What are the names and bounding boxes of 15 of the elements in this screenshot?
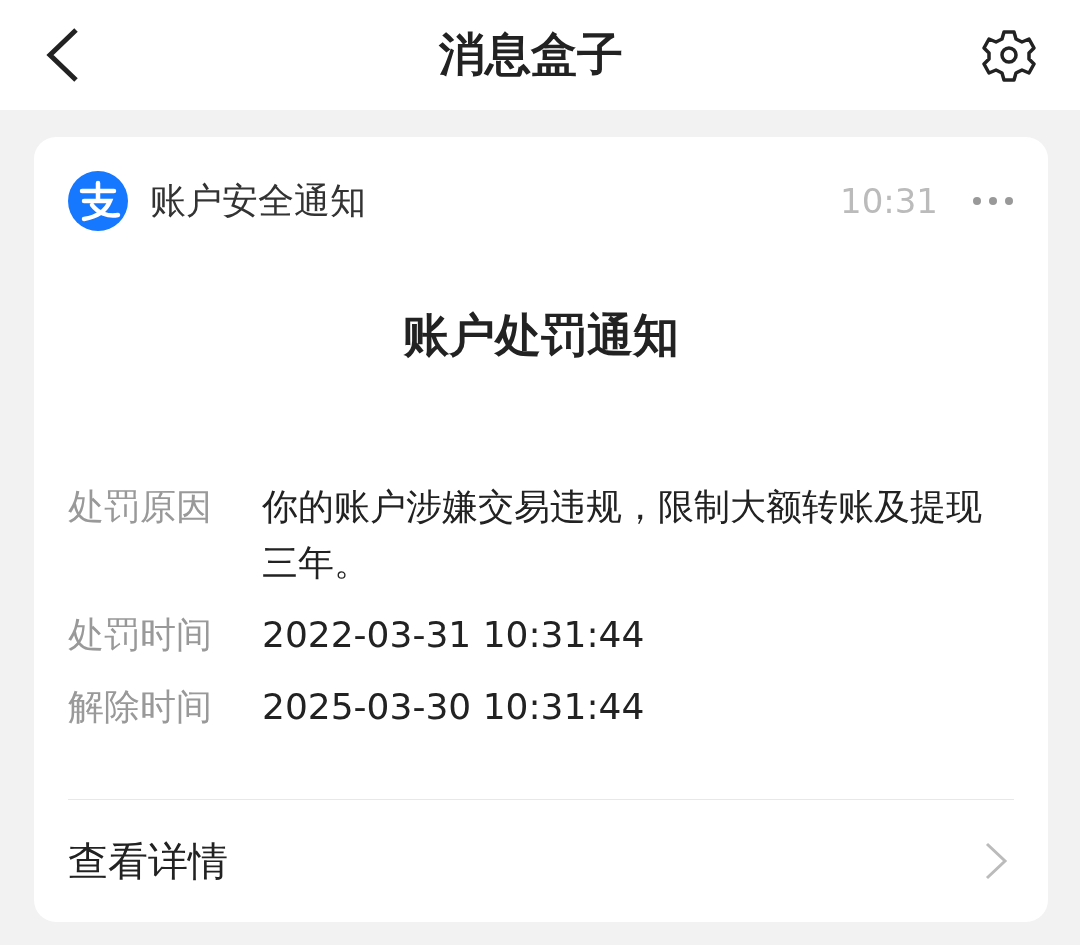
detail-label: 处罚时间 [68, 613, 213, 657]
message-time: 10:31 [840, 181, 938, 221]
detail-value: 你的账户涉嫌交易违规，限制大额转账及提现三年。 [262, 485, 983, 585]
detail-label: 解除时间 [68, 685, 213, 729]
sender-name: 账户安全通知 [150, 178, 367, 223]
app-logo-icon [68, 171, 128, 231]
back-icon[interactable] [44, 27, 80, 83]
detail-label: 处罚原因 [68, 485, 213, 529]
settings-icon[interactable] [982, 28, 1036, 82]
view-details-link[interactable]: 查看详情 [68, 833, 228, 889]
detail-value: 2025-03-30 10:31:44 [262, 685, 646, 729]
detail-value: 2022-03-31 10:31:44 [262, 613, 646, 657]
notice-title: 账户处罚通知 [402, 307, 680, 364]
page-title: 消息盒子 [439, 26, 623, 83]
more-icon[interactable] [972, 196, 1014, 206]
